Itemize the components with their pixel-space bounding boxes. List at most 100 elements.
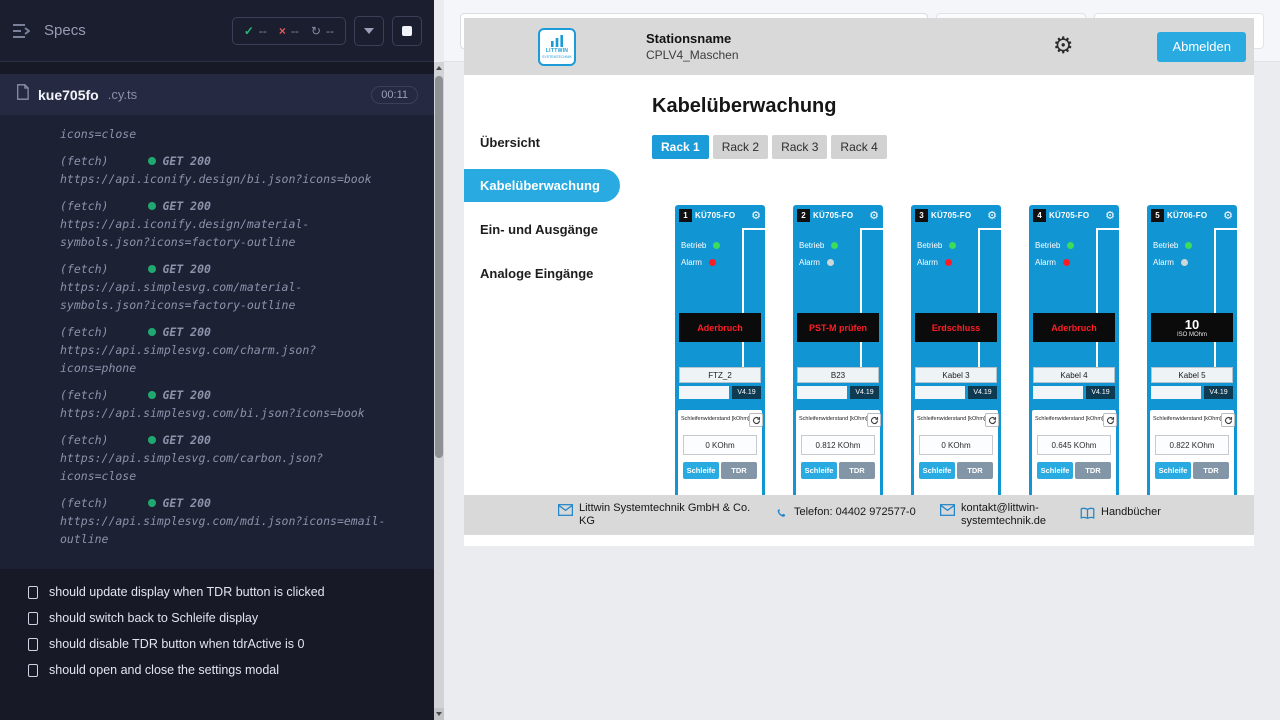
tab-rack-1[interactable]: Rack 1 <box>652 135 709 159</box>
network-log-entry[interactable]: (fetch)GET 200 https://api.simplesvg.com… <box>60 260 420 314</box>
schleife-button[interactable]: Schleife <box>801 462 837 479</box>
network-log-entry[interactable]: (fetch)GET 200 https://api.iconify.desig… <box>60 197 420 251</box>
network-log-entry[interactable]: (fetch)GET 200 https://api.simplesvg.com… <box>60 323 420 377</box>
card-settings-icon[interactable]: ⚙ <box>1105 210 1115 221</box>
tdr-button[interactable]: TDR <box>957 462 993 479</box>
station-info: Stationsname CPLV4_Maschen <box>646 31 739 62</box>
slot-number: 1 <box>679 209 692 222</box>
schleife-button[interactable]: Schleife <box>919 462 955 479</box>
firmware-version: V4.19 <box>732 386 761 399</box>
test-item[interactable]: should update display when TDR button is… <box>16 579 420 605</box>
network-log-entry[interactable]: (fetch)GET 200 https://api.simplesvg.com… <box>60 494 420 548</box>
firmware-version: V4.19 <box>850 386 879 399</box>
pending-count: -- <box>326 24 334 38</box>
betrieb-led <box>949 242 956 249</box>
network-log-entry[interactable]: icons=close <box>60 125 420 143</box>
tdr-button[interactable]: TDR <box>839 462 875 479</box>
alarm-led <box>945 259 952 266</box>
network-log-entry[interactable]: (fetch)GET 200 https://api.simplesvg.com… <box>60 386 420 422</box>
card-settings-icon[interactable]: ⚙ <box>987 210 997 221</box>
status-display: PST-M prüfen <box>797 313 879 342</box>
tdr-button[interactable]: TDR <box>721 462 757 479</box>
test-item[interactable]: should switch back to Schleife display <box>16 605 420 631</box>
refresh-icon[interactable] <box>749 413 763 427</box>
schleife-button[interactable]: Schleife <box>1037 462 1073 479</box>
tab-rack-3[interactable]: Rack 3 <box>772 135 827 159</box>
status-display: 10 ISO MOhm <box>1151 313 1233 342</box>
betrieb-led <box>831 242 838 249</box>
resistance-value: 0 KOhm <box>683 435 757 455</box>
resistance-value: 0.822 KOhm <box>1155 435 1229 455</box>
card-settings-icon[interactable]: ⚙ <box>869 210 879 221</box>
tab-rack-4[interactable]: Rack 4 <box>831 135 886 159</box>
refresh-icon[interactable] <box>985 413 999 427</box>
specs-label: Specs <box>44 22 86 39</box>
stop-tests-button[interactable] <box>392 16 422 46</box>
chevron-down-icon <box>364 28 374 34</box>
scroll-down-arrow[interactable] <box>434 708 444 720</box>
test-item[interactable]: should open and close the settings modal <box>16 657 420 683</box>
refresh-icon[interactable] <box>1221 413 1235 427</box>
sidebar-item-ein-und-ausgaenge[interactable]: Ein- und Ausgänge <box>464 207 638 251</box>
schleife-button[interactable]: Schleife <box>1155 462 1191 479</box>
spare-field <box>679 386 729 399</box>
footer-phone[interactable]: Telefon: 04402 972577-0 <box>775 506 916 525</box>
success-dot-icon <box>148 328 156 336</box>
scrollbar-thumb[interactable] <box>435 76 443 458</box>
footer-manuals-link[interactable]: Handbücher <box>1080 506 1161 525</box>
slot-number: 5 <box>1151 209 1164 222</box>
spec-file-icon <box>16 84 29 105</box>
app-header: LITTWIN SYSTEMTECHNIK Stationsname CPLV4… <box>464 18 1254 75</box>
spare-field <box>1033 386 1083 399</box>
stop-icon <box>402 26 412 36</box>
status-display: Erdschluss <box>915 313 997 342</box>
device-model: KÜ705-FO <box>813 211 853 220</box>
cable-name-field[interactable]: FTZ_2 <box>679 367 761 383</box>
passed-icon: ✓ <box>244 24 254 38</box>
network-log-entry[interactable]: (fetch)GET 200 https://api.simplesvg.com… <box>60 431 420 485</box>
logout-button[interactable]: Abmelden <box>1157 32 1246 62</box>
scrollbar[interactable] <box>434 62 444 720</box>
aut-panel: Electron 130 1000x660 (79%) LITTWIN SYST… <box>444 0 1280 720</box>
cable-name-field[interactable]: B23 <box>797 367 879 383</box>
cable-name-field[interactable]: Kabel 5 <box>1151 367 1233 383</box>
schleife-button[interactable]: Schleife <box>683 462 719 479</box>
sidebar-item-uebersicht[interactable]: Übersicht <box>464 120 638 164</box>
cable-name-field[interactable]: Kabel 4 <box>1033 367 1115 383</box>
clipboard-icon <box>28 586 38 599</box>
footer-company: Littwin Systemtechnik GmbH & Co. KG <box>558 502 751 528</box>
tdr-button[interactable]: TDR <box>1193 462 1229 479</box>
refresh-icon[interactable] <box>867 413 881 427</box>
device-model: KÜ705-FO <box>931 211 971 220</box>
collapse-runs-button[interactable] <box>354 16 384 46</box>
device-model: KÜ705-FO <box>695 211 735 220</box>
settings-gear-icon[interactable]: ⚙ <box>1053 35 1074 58</box>
resistance-value: 0 KOhm <box>919 435 993 455</box>
sidebar-item-kabelueberwachung[interactable]: Kabelüberwachung <box>464 169 620 202</box>
success-dot-icon <box>148 436 156 444</box>
command-log: icons=close (fetch)GET 200 https://api.i… <box>0 115 434 569</box>
station-label: Stationsname <box>646 31 739 46</box>
status-display: Aderbruch <box>1033 313 1115 342</box>
success-dot-icon <box>148 391 156 399</box>
refresh-icon[interactable] <box>1103 413 1117 427</box>
cable-name-field[interactable]: Kabel 3 <box>915 367 997 383</box>
phone-icon <box>775 507 788 525</box>
test-item[interactable]: should disable TDR button when tdrActive… <box>16 631 420 657</box>
spec-file-name[interactable]: kue705fo <box>38 87 99 103</box>
cypress-runner-panel: Specs ✓-- ×-- ↻-- kue705fo .cy.ts 00:11 … <box>0 0 434 720</box>
cable-diagram-line <box>742 228 765 230</box>
card-settings-icon[interactable]: ⚙ <box>1223 210 1233 221</box>
tab-rack-2[interactable]: Rack 2 <box>713 135 768 159</box>
firmware-version: V4.19 <box>1204 386 1233 399</box>
firmware-version: V4.19 <box>968 386 997 399</box>
footer-email[interactable]: kontakt@littwin-systemtechnik.de <box>940 502 1056 528</box>
sidebar-item-analoge-eingaenge[interactable]: Analoge Eingänge <box>464 251 638 295</box>
network-log-entry[interactable]: (fetch)GET 200 https://api.iconify.desig… <box>60 152 420 188</box>
specs-menu-icon[interactable] <box>12 23 32 39</box>
tdr-button[interactable]: TDR <box>1075 462 1111 479</box>
scroll-up-arrow[interactable] <box>434 62 444 74</box>
device-card: 3 KÜ705-FO ⚙ Betrieb Alarm Erdschluss Ka… <box>911 205 1001 515</box>
device-card: 2 KÜ705-FO ⚙ Betrieb Alarm PST-M prüfen … <box>793 205 883 515</box>
card-settings-icon[interactable]: ⚙ <box>751 210 761 221</box>
